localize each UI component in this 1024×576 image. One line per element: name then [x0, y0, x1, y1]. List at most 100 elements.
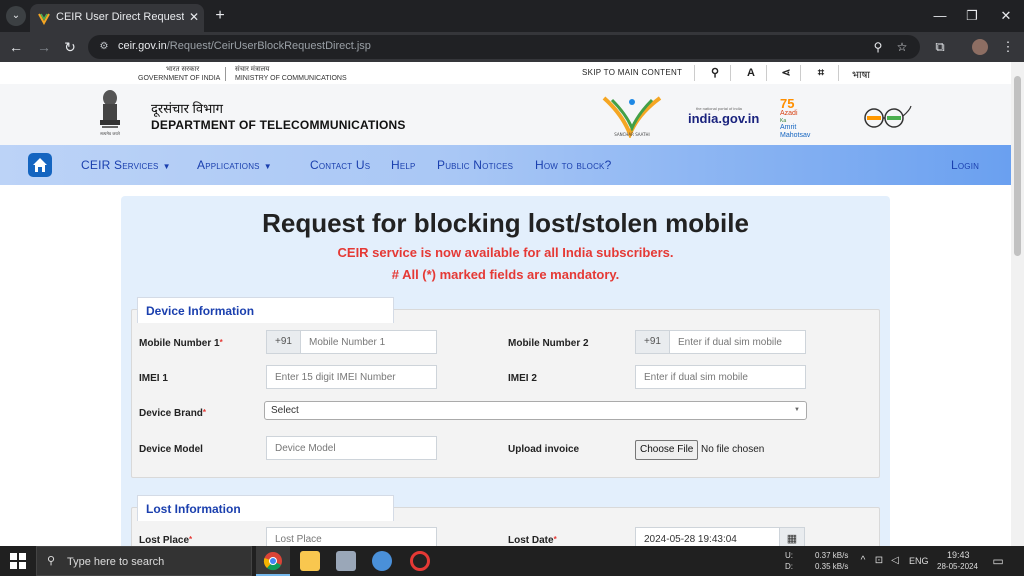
- mobile-number-1-input[interactable]: [300, 330, 437, 354]
- page-scrollbar[interactable]: [1011, 62, 1024, 546]
- chrome-icon: [263, 552, 282, 571]
- bookmark-star-icon[interactable]: ☆: [894, 39, 910, 55]
- taskbar-chrome-active[interactable]: [256, 546, 290, 576]
- nav-ceir-services[interactable]: CEIR Services ▼: [81, 158, 171, 172]
- topbar-divider: [800, 65, 801, 81]
- topbar-divider: [225, 67, 226, 81]
- ceir-favicon-icon: [38, 13, 50, 25]
- taskbar-search-box[interactable]: ⚲ Type here to search: [36, 546, 252, 576]
- choose-file-button[interactable]: Choose File: [635, 440, 699, 460]
- tab-close-icon[interactable]: ✕: [186, 9, 202, 25]
- taskbar-app-icon[interactable]: [372, 551, 392, 571]
- mobile-number-2-input[interactable]: [669, 330, 806, 354]
- nav-public-notices[interactable]: Public Notices: [437, 158, 513, 172]
- nav-how-to-block[interactable]: How to block?: [535, 158, 611, 172]
- imei-1-label: IMEI 1: [139, 373, 168, 384]
- mahotsav-text: Mahotsav: [780, 132, 811, 139]
- gov-top-bar: भारत सरकार GOVERNMENT OF INDIA संचार मंत…: [0, 62, 1011, 84]
- share-icon[interactable]: ⋖: [779, 66, 793, 80]
- lost-date-input[interactable]: [635, 527, 780, 546]
- window-close-icon[interactable]: ✕: [988, 4, 1024, 28]
- tab-title: CEIR User Direct Request Blocking: [56, 11, 184, 23]
- url-text[interactable]: ceir.gov.in/Request/CeirUserBlockRequest…: [118, 40, 371, 52]
- back-arrow-icon[interactable]: ←: [6, 37, 26, 57]
- lost-place-input[interactable]: [266, 527, 437, 546]
- home-icon: [33, 158, 47, 172]
- lost-date-label: Lost Date*: [508, 535, 557, 546]
- search-icon: ⚲: [47, 555, 56, 567]
- sanchar-saathi-label: SANCHAR SAATHI: [614, 132, 649, 137]
- network-download-speed: 0.35 kB/s: [815, 562, 849, 571]
- device-brand-select[interactable]: Select ▼: [264, 401, 807, 420]
- file-explorer-icon[interactable]: [300, 551, 320, 571]
- gov-india-english: GOVERNMENT OF INDIA: [138, 75, 221, 82]
- main-navbar: CEIR Services ▼ Applications ▼ Contact Us …: [0, 145, 1011, 185]
- skip-to-main-link[interactable]: SKIP TO MAIN CONTENT: [582, 68, 682, 77]
- azadi-75-text: 75: [780, 96, 795, 111]
- mobile-2-country-code: +91: [635, 330, 670, 354]
- device-brand-label-text: Device Brand: [139, 408, 203, 419]
- gov-india-hindi: भारत सरकार: [166, 66, 200, 73]
- profile-avatar[interactable]: [972, 39, 988, 55]
- service-availability-notice: CEIR service is now available for all In…: [337, 245, 674, 260]
- network-icon[interactable]: ⊡: [873, 555, 885, 567]
- browser-tab-active[interactable]: CEIR User Direct Request Blocking ✕: [30, 4, 204, 32]
- address-bar[interactable]: ⚙ ceir.gov.in/Request/CeirUserBlockReque…: [88, 35, 920, 59]
- calendar-icon[interactable]: ▦: [779, 527, 805, 546]
- site-settings-icon[interactable]: ⚙: [96, 39, 112, 55]
- device-model-input[interactable]: [266, 436, 437, 460]
- network-upload-speed: 0.37 kB/s: [815, 551, 849, 560]
- show-hidden-icons-icon[interactable]: ^: [857, 555, 869, 567]
- nav-contact-us[interactable]: Contact Us: [310, 158, 370, 172]
- nav-applications[interactable]: Applications ▼: [197, 158, 272, 172]
- device-brand-label: Device Brand*: [139, 408, 206, 419]
- nav-help[interactable]: Help: [391, 158, 416, 172]
- sanchar-saathi-logo[interactable]: SANCHAR SAATHI: [600, 94, 664, 138]
- lost-date-label-text: Lost Date: [508, 535, 554, 546]
- tab-search-chevron-icon[interactable]: ⌄: [6, 6, 26, 26]
- india-gov-text: india.gov.in: [688, 111, 760, 126]
- font-size-icon[interactable]: A: [744, 66, 758, 80]
- chevron-down-icon: ▼: [263, 162, 272, 171]
- imei-2-input[interactable]: [635, 365, 806, 389]
- mobile-number-1-label: Mobile Number 1*: [139, 338, 223, 349]
- lost-place-label-text: Lost Place: [139, 535, 190, 546]
- dropdown-arrow-icon: ▼: [794, 407, 800, 413]
- forward-arrow-icon[interactable]: →: [34, 37, 54, 57]
- search-icon[interactable]: ⚲: [708, 66, 722, 80]
- amrit-mahotsav-line: Amrit Mahotsav: [780, 124, 824, 140]
- volume-icon[interactable]: ◁: [889, 555, 901, 567]
- zoom-magnifier-icon[interactable]: ⚲: [870, 39, 886, 55]
- nav-login[interactable]: Login: [951, 158, 979, 172]
- home-button[interactable]: [28, 153, 52, 177]
- clock-date[interactable]: 28-05-2024: [937, 562, 978, 571]
- extensions-puzzle-icon[interactable]: ⧉: [930, 37, 950, 57]
- notifications-icon[interactable]: ▭: [992, 555, 1004, 567]
- swachh-bharat-logo[interactable]: [860, 104, 912, 132]
- clock-time[interactable]: 19:43: [947, 550, 970, 560]
- network-upload-label: U:: [785, 551, 793, 560]
- taskbar-app-icon[interactable]: [336, 551, 356, 571]
- scrollbar-thumb[interactable]: [1014, 76, 1021, 256]
- browser-menu-icon[interactable]: ⋮: [998, 37, 1018, 57]
- device-model-label: Device Model: [139, 444, 203, 455]
- mobile-number-1-label-text: Mobile Number 1: [139, 338, 220, 349]
- input-language[interactable]: ENG: [909, 556, 929, 566]
- topbar-divider: [838, 65, 839, 81]
- reload-icon[interactable]: ↻: [60, 37, 80, 57]
- window-restore-icon[interactable]: ❐: [954, 4, 990, 28]
- department-name-english: DEPARTMENT OF TELECOMMUNICATIONS: [151, 118, 406, 132]
- india-gov-logo[interactable]: the national portal of india india.gov.i…: [688, 106, 759, 126]
- taskbar-app-icon[interactable]: [410, 551, 430, 571]
- required-marker: *: [219, 338, 223, 347]
- imei-1-input[interactable]: [266, 365, 437, 389]
- new-tab-plus-icon[interactable]: +: [210, 6, 230, 26]
- lost-place-label: Lost Place*: [139, 535, 192, 546]
- window-minimize-icon[interactable]: —: [922, 4, 958, 28]
- azadi-ka-amrit-mahotsav-logo[interactable]: 75 Azadi Ka Amrit Mahotsav: [780, 96, 824, 140]
- language-selector[interactable]: भाषा: [852, 67, 870, 81]
- required-marker: *: [189, 535, 193, 544]
- windows-start-icon[interactable]: [10, 553, 26, 569]
- sitemap-icon[interactable]: ⌗: [814, 66, 828, 80]
- chevron-down-icon: ▼: [162, 162, 171, 171]
